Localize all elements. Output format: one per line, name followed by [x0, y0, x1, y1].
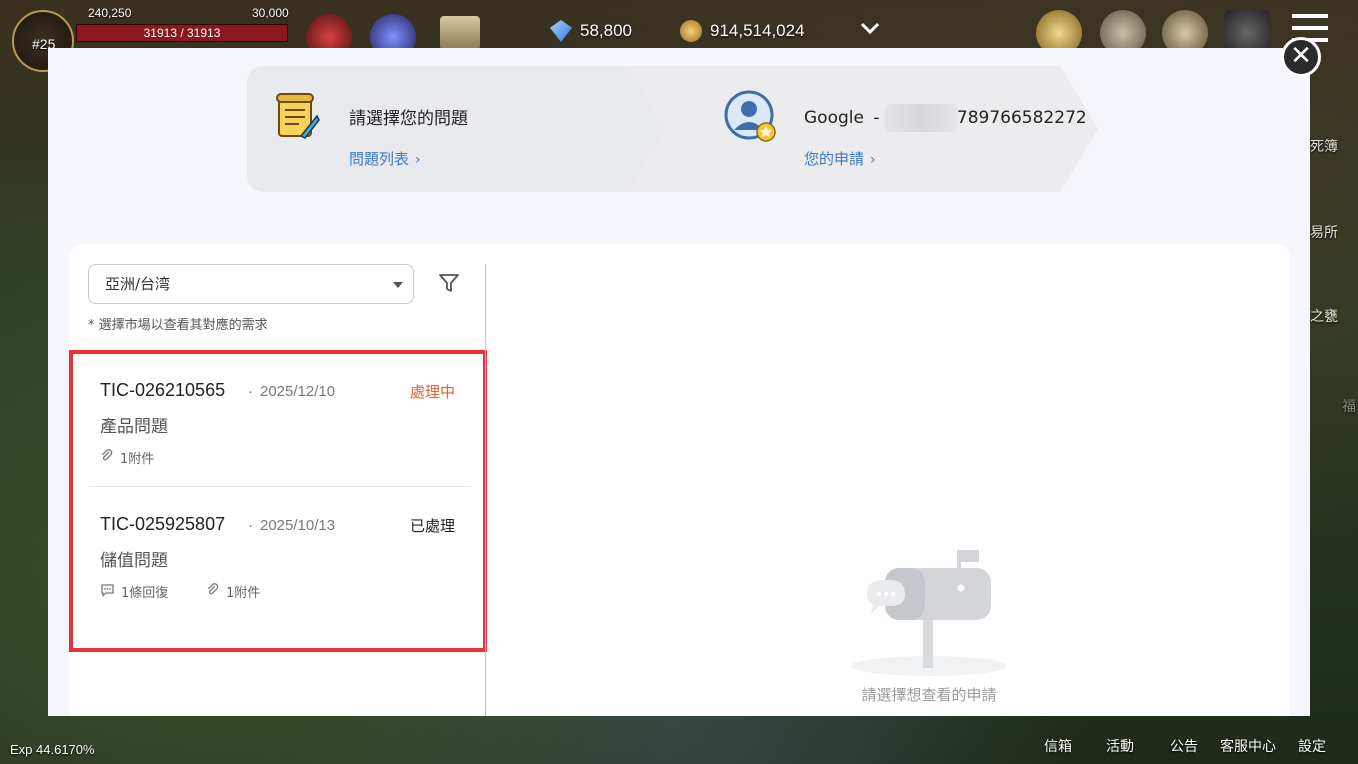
issue-list-link-label: 問題列表	[349, 150, 410, 168]
market-selected-value: 亞洲/台湾	[105, 275, 171, 293]
paperclip-icon	[206, 582, 220, 601]
ticket-replies-text: 1條回復	[121, 586, 169, 601]
your-requests-link[interactable]: 您的申請 ›	[804, 148, 876, 169]
ticket-category: 產品問題	[100, 417, 168, 437]
right-menu-item-2[interactable]: 易所	[1310, 222, 1338, 242]
chevron-right-icon: ›	[870, 152, 876, 168]
bottom-menu-support[interactable]: 客服中心	[1210, 736, 1286, 756]
bottom-menu-settings-label: 設定	[1298, 739, 1326, 755]
ticket-status: 處理中	[409, 383, 455, 401]
bottom-menu-mail-label: 信箱	[1044, 739, 1072, 755]
attack-value: 240,250	[88, 6, 132, 20]
ticket-item[interactable]: TIC-025925807 · 2025/10/13 已處理 儲值問題 1條回復…	[89, 510, 471, 610]
exp-text: Exp 44.6170%	[10, 742, 95, 757]
chevron-right-icon: ›	[415, 152, 421, 168]
ticket-divider	[89, 486, 471, 487]
ticket-item[interactable]: TIC-026210565 · 2025/12/10 處理中 產品問題 1附件	[89, 376, 471, 476]
ticket-date-sep: ·	[248, 383, 253, 400]
ticket-date: 2025/12/10	[260, 383, 336, 400]
hp-bar: 31913 / 31913	[76, 24, 288, 42]
account-label: Google - 789766582272	[804, 104, 1087, 132]
bottom-menu-notice-label: 公告	[1170, 739, 1198, 755]
your-requests-link-label: 您的申請	[804, 150, 865, 168]
ticket-date: 2025/10/13	[260, 517, 336, 534]
gold-coin-icon	[680, 20, 702, 42]
step-your-requests: Google - 789766582272 您的申請 ›	[628, 66, 1098, 192]
scroll-icon[interactable]	[440, 16, 480, 50]
empty-state: 請選擇想查看的申請	[809, 544, 1049, 714]
comment-icon	[100, 583, 115, 601]
bottom-menu-settings[interactable]: 設定	[1282, 736, 1342, 756]
ticket-attachments-text: 1附件	[120, 452, 155, 467]
right-menu-item-3[interactable]: 之甕	[1310, 306, 1338, 326]
account-provider: Google	[804, 108, 864, 128]
bottom-menu-mail[interactable]: 信箱	[1028, 736, 1088, 756]
ticket-date-sep: ·	[248, 517, 253, 534]
customer-support-panel: 請選擇您的問題 問題列表 › Google - 789766582272 您的申請…	[48, 48, 1310, 716]
bottom-menu-events-label: 活動	[1106, 739, 1134, 755]
mailbox-icon	[849, 544, 1009, 678]
diamond-count: 58,800	[580, 21, 632, 40]
right-menu-item-4[interactable]: 福	[1342, 396, 1356, 416]
defense-value: 30,000	[252, 6, 289, 20]
chevron-down-icon[interactable]	[860, 20, 880, 35]
ticket-list-card: 亞洲/台湾 * 選擇市場以查看其對應的需求 TIC-026210565 · 20…	[69, 244, 1290, 716]
user-avatar-icon	[724, 90, 778, 144]
step1-title: 請選擇您的問題	[349, 109, 468, 129]
close-button[interactable]: ✕	[1281, 37, 1321, 77]
right-menu-item-1[interactable]: 死簿	[1310, 136, 1338, 156]
ticket-id: TIC-026210565	[100, 380, 226, 400]
market-select[interactable]: 亞洲/台湾	[88, 264, 414, 304]
account-separator: -	[873, 108, 880, 128]
ticket-id: TIC-025925807	[100, 514, 226, 534]
gold-count: 914,514,024	[710, 21, 805, 40]
pane-divider	[485, 264, 486, 716]
ticket-attachments: 1附件	[100, 448, 154, 467]
scroll-quill-icon	[275, 92, 321, 140]
ticket-attachments-text: 1附件	[226, 586, 261, 601]
caret-down-icon	[393, 282, 403, 288]
ticket-category: 儲值問題	[100, 551, 168, 571]
ticket-attachments: 1附件	[206, 582, 260, 601]
ticket-list-highlight: TIC-026210565 · 2025/12/10 處理中 產品問題 1附件 …	[69, 350, 487, 652]
bottom-menu-events[interactable]: 活動	[1090, 736, 1150, 756]
account-redacted	[884, 104, 957, 132]
paperclip-icon	[100, 448, 114, 467]
ticket-replies: 1條回復	[100, 582, 168, 601]
empty-state-text: 請選擇想查看的申請	[861, 686, 997, 704]
bottom-menu-notice[interactable]: 公告	[1154, 736, 1214, 756]
bottom-menu-support-label: 客服中心	[1220, 739, 1276, 755]
market-hint: * 選擇市場以查看其對應的需求	[88, 318, 268, 333]
step-select-issue: 請選擇您的問題 問題列表 ›	[247, 66, 667, 192]
ticket-status: 已處理	[409, 517, 455, 535]
issue-list-link[interactable]: 問題列表 ›	[349, 148, 421, 169]
filter-icon[interactable]	[438, 272, 460, 294]
account-id: 789766582272	[956, 108, 1087, 128]
